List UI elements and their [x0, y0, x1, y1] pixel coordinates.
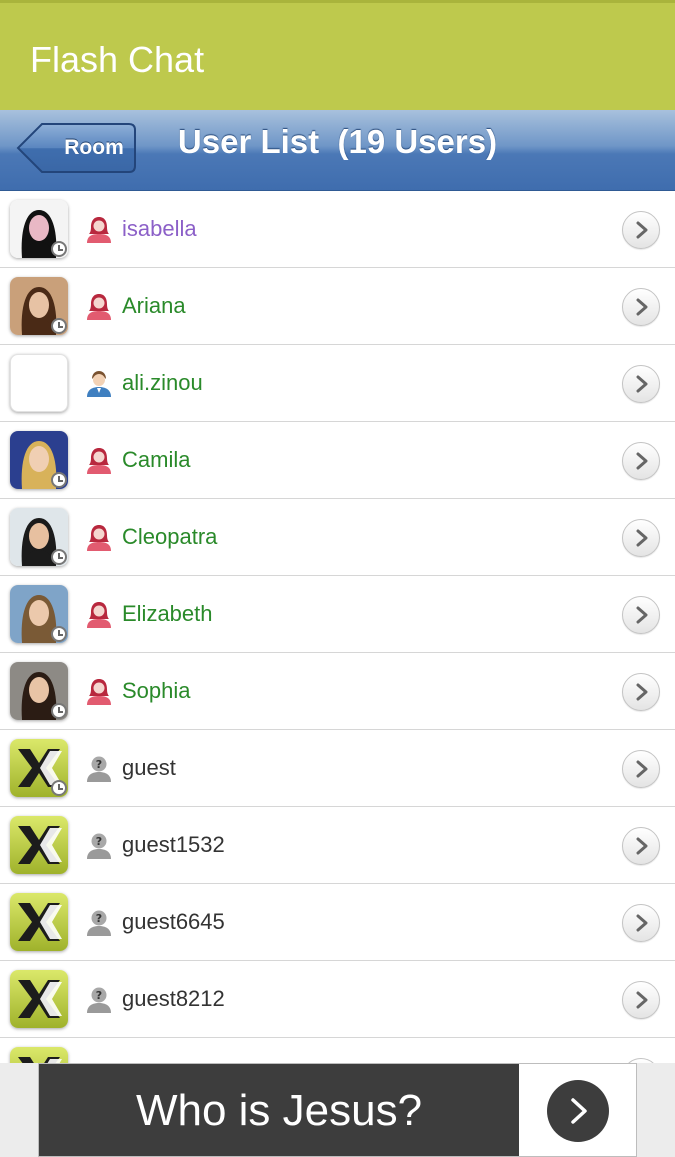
nav-bar: Room User List (19 Users) — [0, 110, 675, 191]
chevron-right-icon[interactable] — [622, 904, 660, 942]
chevron-right-icon — [547, 1080, 609, 1142]
username: guest1532 — [122, 832, 225, 857]
user-row[interactable]: Ariana — [0, 268, 675, 345]
female-user-icon — [84, 599, 114, 629]
username: Ariana — [122, 293, 186, 318]
avatar — [10, 893, 68, 951]
username: ali.zinou — [122, 370, 203, 395]
clock-icon — [51, 318, 67, 334]
clock-icon — [51, 549, 67, 565]
female-user-icon — [84, 522, 114, 552]
ad-banner[interactable]: Who is Jesus? — [0, 1063, 675, 1157]
svg-text:?: ? — [96, 912, 102, 925]
chevron-right-icon[interactable] — [622, 981, 660, 1019]
user-row[interactable]: ? guest — [0, 730, 675, 807]
chevron-right-icon[interactable] — [622, 827, 660, 865]
user-row[interactable]: ? — [0, 1038, 675, 1063]
male-user-icon — [84, 368, 114, 398]
user-row[interactable]: ? guest1532 — [0, 807, 675, 884]
avatar — [10, 970, 68, 1028]
clock-icon — [51, 472, 67, 488]
chevron-right-icon[interactable] — [622, 750, 660, 788]
chevron-right-icon[interactable] — [622, 442, 660, 480]
avatar — [10, 1047, 68, 1063]
clock-icon — [51, 703, 67, 719]
user-row[interactable]: Camila — [0, 422, 675, 499]
username: isabella — [122, 216, 197, 241]
svg-text:?: ? — [96, 835, 102, 848]
female-user-icon — [84, 445, 114, 475]
back-button-label: Room — [64, 136, 124, 159]
guest-user-icon: ? — [84, 984, 114, 1014]
ad-action[interactable] — [519, 1064, 636, 1156]
guest-user-icon: ? — [84, 753, 114, 783]
chevron-right-icon[interactable] — [622, 211, 660, 249]
female-user-icon — [84, 291, 114, 321]
username: Camila — [122, 447, 191, 472]
chevron-right-icon[interactable] — [622, 673, 660, 711]
username: guest — [122, 755, 176, 780]
chevron-right-icon[interactable] — [622, 519, 660, 557]
svg-text:?: ? — [96, 989, 102, 1002]
user-row[interactable]: isabella — [0, 191, 675, 268]
username: Cleopatra — [122, 524, 218, 549]
room-back-button[interactable]: Room — [16, 122, 137, 174]
chevron-right-icon[interactable] — [622, 365, 660, 403]
user-row[interactable]: Cleopatra — [0, 499, 675, 576]
female-user-icon — [84, 676, 114, 706]
app-bar: Flash Chat — [0, 0, 675, 110]
clock-icon — [51, 626, 67, 642]
chevron-right-icon[interactable] — [622, 596, 660, 634]
clock-icon — [51, 780, 67, 796]
chevron-right-icon[interactable] — [622, 288, 660, 326]
female-user-icon — [84, 214, 114, 244]
user-row[interactable]: ? guest8212 — [0, 961, 675, 1038]
app-title: Flash Chat — [30, 39, 205, 80]
avatar — [10, 354, 68, 412]
ad-box[interactable]: Who is Jesus? — [38, 1063, 637, 1157]
username: Elizabeth — [122, 601, 213, 626]
username: guest6645 — [122, 909, 225, 934]
clock-icon — [51, 241, 67, 257]
page-title: User List (19 Users) — [177, 123, 498, 160]
guest-user-icon: ? — [84, 907, 114, 937]
user-row[interactable]: ? guest6645 — [0, 884, 675, 961]
user-row[interactable]: Sophia — [0, 653, 675, 730]
username: guest8212 — [122, 986, 225, 1011]
username: Sophia — [122, 678, 191, 703]
user-row[interactable]: Elizabeth — [0, 576, 675, 653]
guest-user-icon: ? — [84, 830, 114, 860]
svg-text:?: ? — [96, 758, 102, 771]
user-list: isabella Ariana ali.zinou Camila Cleopatra El… — [0, 191, 675, 1063]
user-row[interactable]: ali.zinou — [0, 345, 675, 422]
ad-text: Who is Jesus? — [135, 1086, 423, 1135]
avatar — [10, 816, 68, 874]
